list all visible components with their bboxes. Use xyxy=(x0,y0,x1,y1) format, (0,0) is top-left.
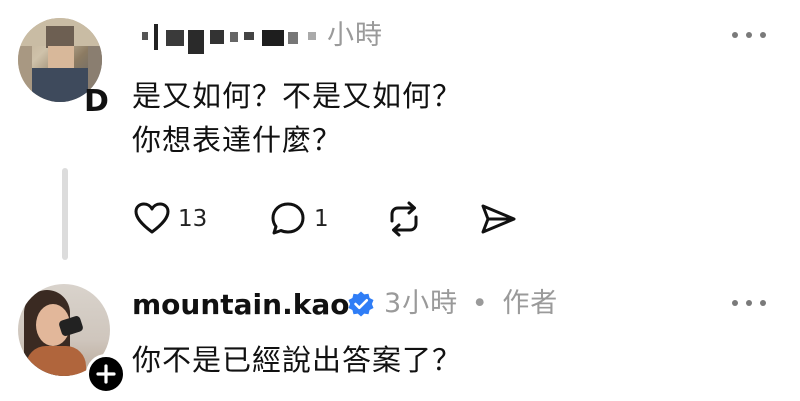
reply-count: 1 xyxy=(314,206,329,232)
comment-time: 3小時 xyxy=(384,288,459,319)
username-redacted[interactable] xyxy=(132,18,327,54)
comment-time: 小時 xyxy=(327,20,383,51)
like-button[interactable]: 13 xyxy=(132,195,207,243)
more-dots-icon[interactable] xyxy=(730,296,770,310)
comment-text-line-2: 你想表達什麼？ xyxy=(132,123,343,157)
comment-meta: 3小時 • 作者 xyxy=(384,284,558,324)
verified-badge-icon xyxy=(348,291,374,317)
like-count: 13 xyxy=(178,206,208,232)
repost-button[interactable] xyxy=(384,195,424,243)
follow-button[interactable] xyxy=(86,354,126,394)
comment-text: 你不是已經說出答案了？ xyxy=(132,343,463,377)
username[interactable]: mountain.kao xyxy=(132,285,349,325)
speech-bubble-icon xyxy=(271,202,305,235)
action-bar: 13 1 xyxy=(132,195,532,243)
send-icon xyxy=(481,204,516,234)
more-dots-icon[interactable] xyxy=(730,28,770,42)
comment-text-line-1: 是又如何？不是又如何？ xyxy=(132,79,463,113)
repost-icon xyxy=(390,201,418,237)
reply-button[interactable]: 1 xyxy=(268,195,329,243)
avatar-badge-letter: D xyxy=(84,84,109,119)
meta-separator: • xyxy=(471,288,489,319)
author-label: 作者 xyxy=(502,288,559,319)
plus-icon xyxy=(96,364,116,384)
heart-icon xyxy=(134,202,170,234)
thread-line xyxy=(62,168,68,260)
share-button[interactable] xyxy=(478,195,518,243)
